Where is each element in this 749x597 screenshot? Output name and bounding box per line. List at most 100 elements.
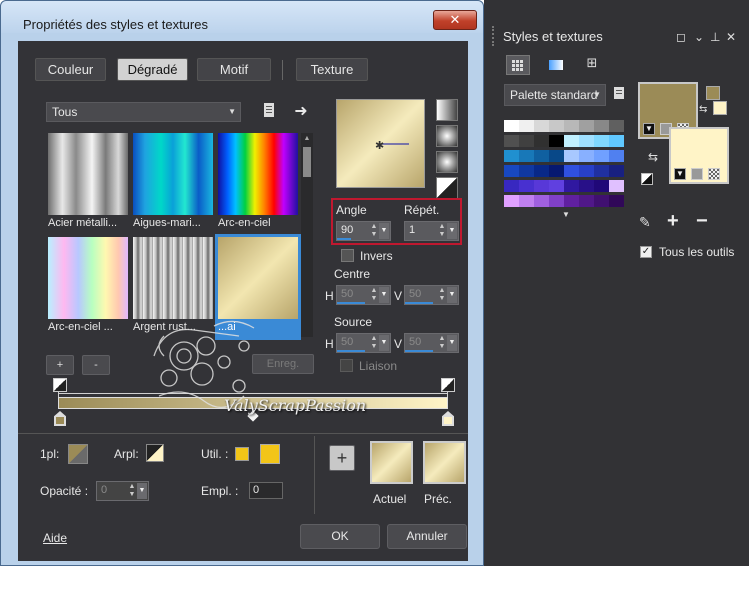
palette-swatch[interactable] [519, 165, 534, 177]
cancel-button[interactable]: Annuler [387, 524, 467, 549]
spin-up-icon[interactable]: ▲ [438, 223, 446, 230]
angle-spinner[interactable]: 90 ▲ ▼ ▼ [336, 221, 391, 241]
add-to-swatches-button[interactable]: + [329, 445, 355, 471]
palette-swatch[interactable] [519, 195, 534, 207]
palette-swatch[interactable] [534, 120, 549, 132]
palette-swatch[interactable] [504, 165, 519, 177]
scroll-up-icon[interactable]: ▲ [302, 135, 312, 143]
palette-swatch[interactable] [549, 120, 564, 132]
palette-swatch[interactable] [579, 120, 594, 132]
previous-gradient-swatch[interactable] [423, 441, 466, 484]
palette-swatch[interactable] [519, 120, 534, 132]
gradient-toggle-icon[interactable] [691, 168, 703, 180]
color-palette-grid[interactable] [504, 120, 625, 210]
help-link[interactable]: Aide [43, 531, 67, 545]
background-swatch[interactable]: ▼ [669, 127, 729, 184]
swap-colors-icon[interactable]: ⇆ [648, 150, 658, 164]
opacity-stop-icon[interactable] [53, 378, 67, 392]
palette-swatch[interactable] [534, 135, 549, 147]
preset-filter-dropdown[interactable]: Tous ▼ [46, 102, 241, 122]
tab-texture[interactable]: Texture [296, 58, 368, 81]
source-h-spinner[interactable]: 50 ▲ ▼ ▼ [336, 333, 391, 353]
palette-swatch[interactable] [549, 195, 564, 207]
palette-swatch[interactable] [609, 150, 624, 162]
palette-swatch[interactable] [504, 150, 519, 162]
adjust-mode-tab[interactable]: ⊞ [580, 55, 604, 75]
palette-swatch[interactable] [534, 150, 549, 162]
used-color-swatch[interactable] [260, 444, 280, 464]
add-swatch-button[interactable]: + [667, 210, 679, 233]
preset-thumb[interactable]: Argent rust... [133, 237, 213, 337]
sunburst-style-icon[interactable] [436, 177, 458, 199]
spin-up-icon[interactable]: ▲ [370, 287, 378, 294]
back-plan-swatch[interactable] [146, 444, 164, 462]
palette-swatch[interactable] [519, 135, 534, 147]
palette-swatch[interactable] [609, 180, 624, 192]
pin-icon[interactable]: ⊥ [710, 30, 720, 44]
dropdown-icon[interactable]: ▼ [137, 483, 147, 499]
palette-swatch[interactable] [594, 195, 609, 207]
dropdown-icon[interactable]: ▼ [379, 287, 389, 303]
palette-swatch[interactable] [579, 135, 594, 147]
tab-degrade[interactable]: Dégradé [117, 58, 188, 81]
add-preset-button[interactable]: + [46, 355, 74, 375]
palette-swatch[interactable] [564, 135, 579, 147]
palette-expand-icon[interactable]: ▼ [562, 210, 570, 219]
save-preset-button[interactable]: Enreg. [252, 354, 314, 374]
location-input[interactable]: 0 [249, 482, 283, 499]
current-gradient-swatch[interactable] [370, 441, 413, 484]
preset-manager-icon[interactable] [261, 102, 277, 120]
preset-thumb[interactable]: Aigues-mari... [133, 133, 213, 233]
palette-swatch[interactable] [579, 165, 594, 177]
center-h-spinner[interactable]: 50 ▲ ▼ ▼ [336, 285, 391, 305]
dropdown-icon[interactable]: ▼ [379, 335, 389, 351]
palette-swatch[interactable] [549, 165, 564, 177]
tab-motif[interactable]: Motif [197, 58, 271, 81]
palette-swatch[interactable] [564, 150, 579, 162]
spin-up-icon[interactable]: ▲ [370, 335, 378, 342]
background-mini-swatch[interactable] [713, 101, 727, 115]
spin-up-icon[interactable]: ▲ [438, 335, 446, 342]
first-plan-swatch[interactable] [68, 444, 88, 464]
palette-swatch[interactable] [549, 135, 564, 147]
remove-swatch-button[interactable]: − [696, 210, 708, 233]
dropdown-icon[interactable]: ▼ [643, 123, 655, 135]
dropdown-icon[interactable]: ▼ [447, 223, 457, 239]
dropdown-icon[interactable]: ▼ [447, 335, 457, 351]
spin-down-icon[interactable]: ▼ [370, 343, 378, 350]
palette-swatch[interactable] [564, 180, 579, 192]
palette-swatch[interactable] [519, 150, 534, 162]
center-v-spinner[interactable]: 50 ▲ ▼ ▼ [404, 285, 459, 305]
palette-swatch[interactable] [609, 195, 624, 207]
midpoint-marker[interactable] [247, 410, 259, 422]
preset-thumb[interactable]: Arc-en-ciel ... [48, 237, 128, 337]
rectangular-style-icon[interactable] [436, 125, 458, 147]
palette-swatch[interactable] [534, 195, 549, 207]
scroll-thumb[interactable] [303, 147, 311, 177]
restore-icon[interactable]: ◻ [676, 30, 686, 44]
palette-dropdown[interactable]: Palette standard ▼ [504, 84, 606, 106]
spin-down-icon[interactable]: ▼ [438, 343, 446, 350]
palette-swatch[interactable] [549, 150, 564, 162]
used-color-swatch-small[interactable] [235, 447, 249, 461]
palette-swatch[interactable] [594, 150, 609, 162]
all-tools-checkbox[interactable]: ✓ [640, 246, 652, 258]
spin-down-icon[interactable]: ▼ [438, 231, 446, 238]
dropdown-icon[interactable]: ▼ [447, 287, 457, 303]
spin-up-icon[interactable]: ▲ [370, 223, 378, 230]
palette-swatch[interactable] [564, 120, 579, 132]
palette-manager-icon[interactable] [612, 86, 626, 104]
chevron-down-icon[interactable]: ⌄ [694, 30, 704, 44]
spin-up-icon[interactable]: ▲ [438, 287, 446, 294]
palette-swatch[interactable] [594, 165, 609, 177]
palette-swatch[interactable] [504, 195, 519, 207]
preset-thumb[interactable]: Arc-en-ciel [218, 133, 298, 233]
eyedropper-icon[interactable]: ✎ [639, 214, 651, 231]
link-checkbox[interactable] [340, 359, 353, 372]
gradient-bar[interactable] [58, 397, 448, 409]
palette-swatch[interactable] [534, 180, 549, 192]
source-v-spinner[interactable]: 50 ▲ ▼ ▼ [404, 333, 459, 353]
palette-swatch[interactable] [534, 165, 549, 177]
palette-swatch[interactable] [579, 180, 594, 192]
palette-swatch[interactable] [579, 195, 594, 207]
